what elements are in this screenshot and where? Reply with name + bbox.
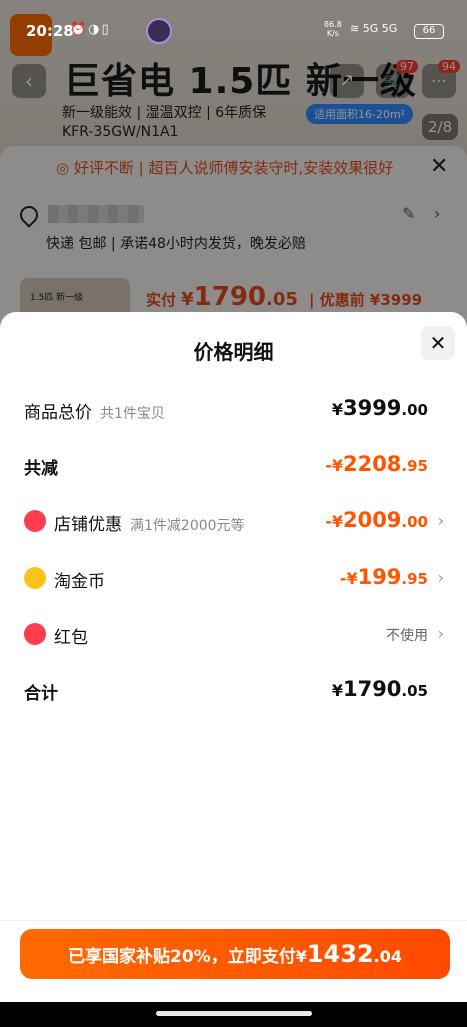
row-value: ¥1790.05 [331, 677, 428, 701]
pay-button-text: 已享国家补贴20%，立即支付 [68, 947, 296, 967]
battery-icon: 66 [414, 24, 444, 39]
red-packet-icon [24, 623, 46, 645]
row-label: 淘金币 [54, 572, 105, 592]
pay-button-decimal: .04 [373, 947, 402, 966]
pay-button-amount: 1432 [306, 940, 374, 968]
row-label: 合计 [24, 684, 58, 704]
chevron-right-icon: › [437, 568, 444, 587]
status-bar: 20:28 ⏰◑▯ 86.8 K/s ≋ 5G 5G 66 [0, 0, 467, 60]
row-hint: 满1件减2000元等 [130, 518, 245, 534]
row-label: 红包 [54, 628, 88, 648]
row-total-reduction: 共减 -¥2208.95 [24, 452, 444, 480]
row-value: -¥2009.00 [325, 508, 428, 532]
sheet-title: 价格明细 [193, 340, 274, 364]
network-speed: 86.8 K/s [324, 20, 342, 38]
home-indicator[interactable] [156, 1011, 312, 1016]
row-shop-discount[interactable]: 店铺优惠 满1件减2000元等 -¥2009.00 › [24, 508, 444, 536]
chevron-right-icon: › [437, 511, 444, 530]
pay-now-button[interactable]: 已享国家补贴20%，立即支付¥1432.04 [20, 929, 450, 979]
close-icon: ✕ [429, 331, 447, 355]
row-label: 共减 [24, 459, 58, 479]
signal-icon: ≋ 5G 5G [350, 22, 398, 35]
coin-icon [24, 567, 46, 589]
row-red-packet[interactable]: 红包 不使用 › [24, 621, 444, 649]
row-label: 店铺优惠 [54, 515, 122, 535]
shop-icon [24, 510, 46, 532]
row-value: -¥199.95 [339, 565, 428, 589]
row-value: ¥3999.00 [331, 396, 428, 420]
row-taobao-coins[interactable]: 淘金币 -¥199.95 › [24, 565, 444, 593]
notification-icons: ⏰◑▯ [70, 22, 111, 37]
navigation-bar [0, 1002, 467, 1027]
avatar [146, 18, 172, 44]
close-button[interactable]: ✕ [421, 326, 455, 360]
pay-button-currency: ¥ [295, 947, 307, 966]
row-hint: 共1件宝贝 [100, 406, 165, 422]
row-grand-total: 合计 ¥1790.05 [24, 677, 444, 705]
row-value: -¥2208.95 [325, 452, 428, 476]
red-packet-status: 不使用 [386, 628, 428, 644]
row-item-total: 商品总价 共1件宝贝 ¥3999.00 [24, 396, 444, 424]
chevron-right-icon: › [437, 624, 444, 643]
row-label: 商品总价 [24, 403, 92, 423]
clock: 20:28 [26, 22, 74, 40]
